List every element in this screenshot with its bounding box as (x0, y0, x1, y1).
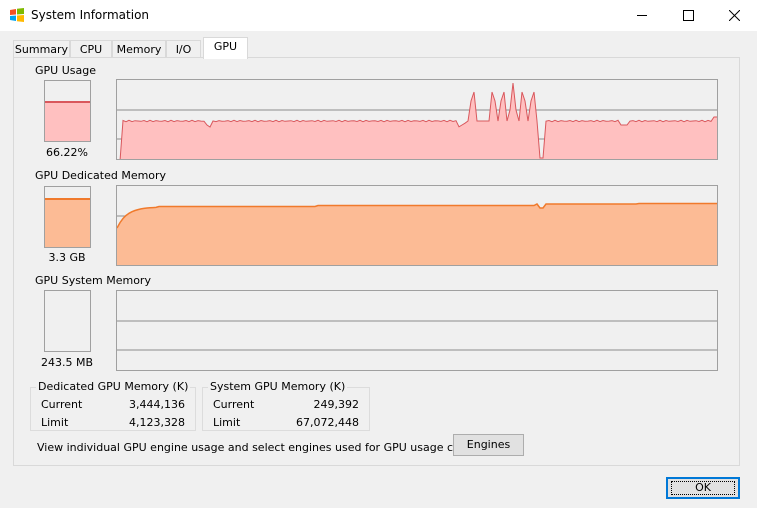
dedicated-memory-value: 3.3 GB (48, 251, 86, 264)
system-memory-group: System GPU Memory (K) Current 249,392 Li… (202, 380, 370, 432)
system-memory-graph (116, 290, 718, 371)
dedicated-limit-row: Limit 4,123,328 (41, 416, 185, 432)
gpu-usage-label: GPU Usage (35, 64, 96, 77)
system-current-value: 249,392 (313, 398, 360, 411)
engines-button[interactable]: Engines (453, 434, 524, 456)
dedicated-current-value: 3,444,136 (129, 398, 185, 411)
gpu-usage-history-chart (117, 82, 717, 159)
dedicated-current-row: Current 3,444,136 (41, 398, 185, 414)
minimize-icon (637, 15, 647, 16)
gpu-usage-graph (116, 79, 718, 160)
system-limit-value: 67,072,448 (296, 416, 359, 429)
engines-info-text: View individual GPU engine usage and sel… (37, 441, 517, 454)
close-icon (729, 10, 740, 21)
tab-gpu[interactable]: GPU (203, 37, 248, 59)
dedicated-limit-key: Limit (41, 416, 69, 429)
gpu-usage-meter (44, 80, 91, 142)
gpu-usage-area (120, 83, 717, 159)
gpu-usage-value: 66.22% (46, 146, 88, 159)
system-limit-row: Limit 67,072,448 (213, 416, 359, 432)
minimize-button[interactable] (619, 0, 665, 31)
dedicated-memory-meter-fill (45, 197, 90, 247)
maximize-icon (683, 10, 694, 21)
system-current-key: Current (213, 398, 255, 411)
dedicated-group-title: Dedicated GPU Memory (K) (36, 380, 191, 393)
system-group-title: System GPU Memory (K) (208, 380, 348, 393)
dedicated-memory-graph (116, 185, 718, 266)
title-bar[interactable]: System Information (0, 0, 757, 31)
ok-focus-rect (671, 481, 735, 495)
dedicated-memory-group: Dedicated GPU Memory (K) Current 3,444,1… (30, 380, 196, 432)
system-memory-label: GPU System Memory (35, 274, 151, 287)
dedicated-memory-meter (44, 186, 91, 248)
dedicated-memory-area (117, 203, 717, 265)
system-current-row: Current 249,392 (213, 398, 359, 414)
system-memory-history-chart (117, 320, 717, 351)
dedicated-current-key: Current (41, 398, 83, 411)
dedicated-limit-value: 4,123,328 (129, 416, 185, 429)
close-button[interactable] (711, 0, 757, 31)
dedicated-memory-label: GPU Dedicated Memory (35, 169, 167, 182)
system-memory-value: 243.5 MB (40, 356, 94, 369)
maximize-button[interactable] (665, 0, 711, 31)
window-title: System Information (31, 8, 150, 22)
ok-button[interactable]: OK (666, 477, 740, 499)
dedicated-memory-history-chart (117, 202, 717, 265)
windows-flag-icon (10, 8, 24, 22)
system-limit-key: Limit (213, 416, 241, 429)
gpu-usage-meter-fill (45, 101, 90, 141)
system-memory-meter (44, 290, 91, 352)
